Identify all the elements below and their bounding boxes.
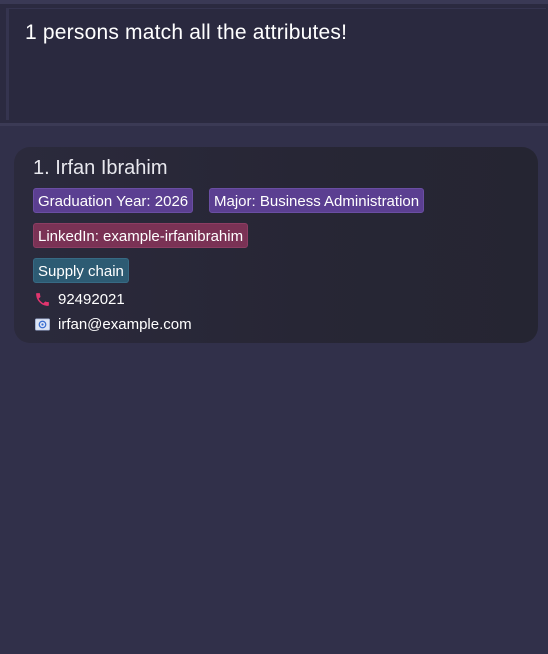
linkedin-tag: LinkedIn: example-irfanibrahim — [33, 223, 249, 248]
email-row: irfan@example.com — [34, 314, 192, 334]
result-display-box[interactable]: 1 persons match all the attributes! — [6, 8, 546, 120]
email-address: irfan@example.com — [58, 315, 192, 333]
result-message: 1 persons match all the attributes! — [25, 21, 348, 44]
major-tag: Major: Business Administration — [209, 188, 425, 213]
phone-icon — [34, 291, 51, 308]
category-tag: Supply chain — [33, 258, 129, 283]
result-display-panel: 1 persons match all the attributes! — [0, 0, 548, 126]
person-name: 1. Irfan Ibrahim — [33, 157, 168, 179]
person-card[interactable]: 1. Irfan Ibrahim Graduation Year: 2026 M… — [14, 147, 538, 343]
app-window: 1 persons match all the attributes! 1. I… — [0, 0, 548, 654]
email-icon — [34, 316, 51, 333]
phone-number: 92492021 — [58, 290, 125, 308]
phone-row: 92492021 — [34, 289, 125, 309]
person-list[interactable]: 1. Irfan Ibrahim Graduation Year: 2026 M… — [0, 129, 548, 654]
graduation-year-tag: Graduation Year: 2026 — [33, 188, 194, 213]
